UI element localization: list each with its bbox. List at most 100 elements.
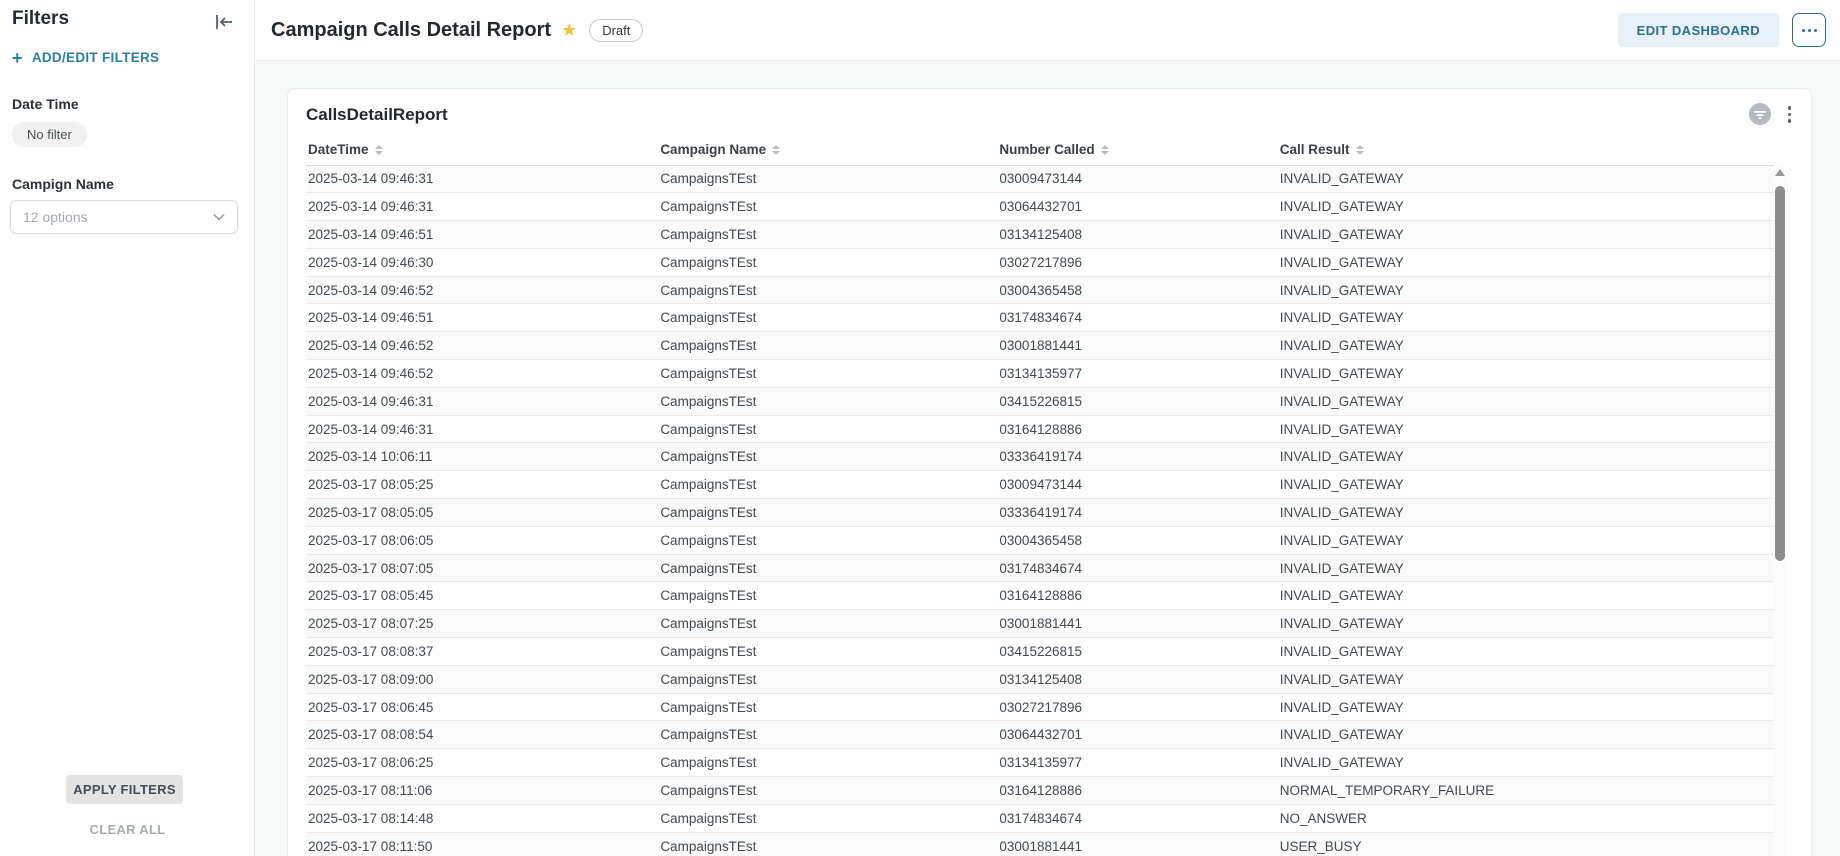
- table-scrollbar[interactable]: [1774, 166, 1786, 856]
- table-cell: 2025-03-14 09:46:51: [306, 304, 658, 332]
- table-cell: CampaignsTEst: [658, 638, 997, 666]
- campaign-name-select[interactable]: 12 options: [10, 200, 238, 234]
- table-cell: CampaignsTEst: [658, 665, 997, 693]
- campaign-name-label: Campign Name: [12, 176, 114, 192]
- topbar-actions: EDIT DASHBOARD: [1618, 13, 1826, 47]
- sort-icon[interactable]: [1101, 145, 1109, 155]
- table-cell: CampaignsTEst: [658, 554, 997, 582]
- kebab-dot: [1788, 119, 1792, 123]
- table-cell: CampaignsTEst: [658, 499, 997, 527]
- widget-filter-icon[interactable]: [1748, 102, 1772, 126]
- table-cell: INVALID_GATEWAY: [1278, 554, 1774, 582]
- table-cell: CampaignsTEst: [658, 304, 997, 332]
- table-cell: 03174834674: [997, 554, 1277, 582]
- table-cell: USER_BUSY: [1278, 832, 1774, 856]
- table-cell: 2025-03-14 09:46:52: [306, 332, 658, 360]
- table-cell: CampaignsTEst: [658, 221, 997, 249]
- table-cell: INVALID_GATEWAY: [1278, 638, 1774, 666]
- table-cell: 03134135977: [997, 749, 1277, 777]
- table-cell: 2025-03-17 08:06:45: [306, 693, 658, 721]
- add-edit-filters-label: ADD/EDIT FILTERS: [32, 50, 160, 65]
- table-cell: CampaignsTEst: [658, 387, 997, 415]
- widget-controls: [1748, 102, 1798, 127]
- table-cell: 03064432701: [997, 193, 1277, 221]
- table-row: 2025-03-14 09:46:52CampaignsTEst03004365…: [306, 276, 1774, 304]
- scrollbar-up-arrow-icon[interactable]: [1775, 169, 1785, 176]
- page-title: Campaign Calls Detail Report: [271, 19, 551, 42]
- table-row: 2025-03-14 09:46:30CampaignsTEst03027217…: [306, 248, 1774, 276]
- table-cell: INVALID_GATEWAY: [1278, 165, 1774, 193]
- more-options-button[interactable]: [1792, 13, 1826, 47]
- table-cell: 03009473144: [997, 471, 1277, 499]
- table-cell: INVALID_GATEWAY: [1278, 582, 1774, 610]
- favorite-star-icon[interactable]: ★: [561, 20, 577, 41]
- table-cell: 2025-03-14 09:46:52: [306, 276, 658, 304]
- sort-icon[interactable]: [1356, 145, 1364, 155]
- table-row: 2025-03-14 09:46:51CampaignsTEst03174834…: [306, 304, 1774, 332]
- table-cell: 2025-03-17 08:09:00: [306, 665, 658, 693]
- table-cell: INVALID_GATEWAY: [1278, 665, 1774, 693]
- table-cell: 2025-03-17 08:06:05: [306, 526, 658, 554]
- table-row: 2025-03-14 09:46:31CampaignsTEst03064432…: [306, 193, 1774, 221]
- table-row: 2025-03-17 08:06:25CampaignsTEst03134135…: [306, 749, 1774, 777]
- table-cell: 03134125408: [997, 221, 1277, 249]
- sort-icon[interactable]: [772, 145, 780, 155]
- table-cell: 03027217896: [997, 693, 1277, 721]
- table-row: 2025-03-17 08:08:54CampaignsTEst03064432…: [306, 721, 1774, 749]
- filters-title: Filters: [12, 8, 69, 30]
- table-cell: 03001881441: [997, 832, 1277, 856]
- table-cell: CampaignsTEst: [658, 610, 997, 638]
- table-cell: INVALID_GATEWAY: [1278, 721, 1774, 749]
- table-row: 2025-03-17 08:06:05CampaignsTEst03004365…: [306, 526, 1774, 554]
- table-body: 2025-03-14 09:46:31CampaignsTEst03009473…: [306, 165, 1774, 856]
- table-cell: 2025-03-17 08:07:05: [306, 554, 658, 582]
- table-cell: 2025-03-14 09:46:31: [306, 387, 658, 415]
- table-cell: 03134135977: [997, 360, 1277, 388]
- table-cell: CampaignsTEst: [658, 248, 997, 276]
- table-cell: 2025-03-14 09:46:31: [306, 165, 658, 193]
- apply-filters-button[interactable]: APPLY FILTERS: [66, 775, 183, 804]
- table-cell: 2025-03-17 08:05:05: [306, 499, 658, 527]
- table-row: 2025-03-14 09:46:52CampaignsTEst03001881…: [306, 332, 1774, 360]
- kebab-dot: [1808, 29, 1811, 32]
- date-time-filter-chip[interactable]: No filter: [12, 122, 87, 147]
- column-header-label: Campaign Name: [660, 142, 766, 157]
- table-cell: CampaignsTEst: [658, 443, 997, 471]
- table-cell: 2025-03-14 09:46:30: [306, 248, 658, 276]
- table-cell: 03027217896: [997, 248, 1277, 276]
- table-row: 2025-03-14 09:46:51CampaignsTEst03134125…: [306, 221, 1774, 249]
- column-header-call-result[interactable]: Call Result: [1278, 135, 1774, 165]
- table-row: 2025-03-17 08:08:37CampaignsTEst03415226…: [306, 638, 1774, 666]
- collapse-sidebar-icon[interactable]: [212, 10, 236, 34]
- column-header-number-called[interactable]: Number Called: [997, 135, 1277, 165]
- main-content: CallsDetailReport DateTimeCampaign N: [255, 61, 1840, 856]
- app-root: Filters + ADD/EDIT FILTERS Date Time No …: [0, 0, 1840, 856]
- add-edit-filters-button[interactable]: + ADD/EDIT FILTERS: [12, 50, 159, 65]
- collapse-sidebar-glyph: [214, 13, 234, 31]
- table-cell: CampaignsTEst: [658, 193, 997, 221]
- widget-kebab-menu-icon[interactable]: [1782, 102, 1798, 127]
- table-row: 2025-03-17 08:05:45CampaignsTEst03164128…: [306, 582, 1774, 610]
- table-row: 2025-03-17 08:11:06CampaignsTEst03164128…: [306, 777, 1774, 805]
- table-cell: 03174834674: [997, 304, 1277, 332]
- edit-dashboard-button[interactable]: EDIT DASHBOARD: [1618, 13, 1779, 47]
- table-cell: CampaignsTEst: [658, 749, 997, 777]
- table-cell: 03134125408: [997, 665, 1277, 693]
- column-header-campaign-name[interactable]: Campaign Name: [658, 135, 997, 165]
- table-row: 2025-03-14 09:46:31CampaignsTEst03164128…: [306, 415, 1774, 443]
- clear-all-button[interactable]: CLEAR ALL: [0, 822, 255, 837]
- filters-sidebar: Filters + ADD/EDIT FILTERS Date Time No …: [0, 0, 255, 856]
- table-cell: 03001881441: [997, 610, 1277, 638]
- table-row: 2025-03-17 08:07:25CampaignsTEst03001881…: [306, 610, 1774, 638]
- table-row: 2025-03-14 09:46:31CampaignsTEst03009473…: [306, 165, 1774, 193]
- table-row: 2025-03-17 08:09:00CampaignsTEst03134125…: [306, 665, 1774, 693]
- table-cell: INVALID_GATEWAY: [1278, 360, 1774, 388]
- table-cell: CampaignsTEst: [658, 804, 997, 832]
- table-cell: 2025-03-17 08:08:54: [306, 721, 658, 749]
- column-header-datetime[interactable]: DateTime: [306, 135, 658, 165]
- scrollbar-thumb[interactable]: [1775, 186, 1785, 561]
- table-cell: 2025-03-14 09:46:52: [306, 360, 658, 388]
- table-cell: CampaignsTEst: [658, 332, 997, 360]
- table-cell: INVALID_GATEWAY: [1278, 526, 1774, 554]
- sort-icon[interactable]: [375, 145, 383, 155]
